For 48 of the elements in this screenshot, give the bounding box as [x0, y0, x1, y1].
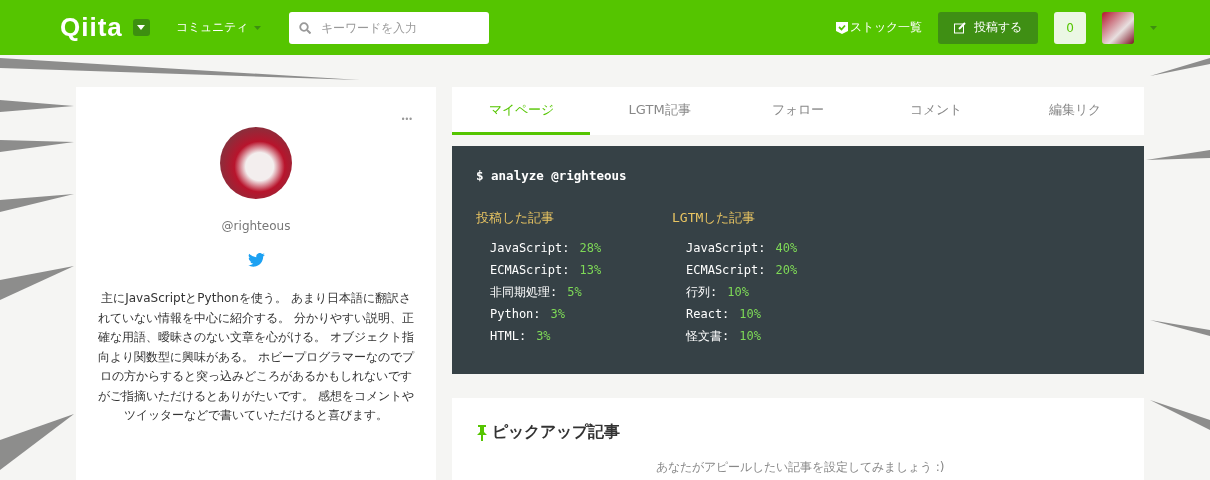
username: @righteous — [221, 219, 291, 233]
user-avatar[interactable] — [1102, 11, 1134, 44]
percentage: 3% — [536, 329, 551, 343]
language-name: ECMAScript: — [490, 263, 570, 277]
profile-bio: 主にJavaScriptとPythonを使う。 あまり日本語に翻訳されていない情報を中心に紹介する。 分かりやすい説明、正確な用語、曖昧さのない文章を心がける。 オブジェクト指向より関数型に興味がある。 ホビープログラマーなのでプロの方からすると突っ込みどころがあるかもしれないですがご指摘いただけるとありがたいです。 感想をコメントやツイッターなどで書いていただけると喜びます。 — [97, 290, 415, 424]
percentage: 5% — [567, 285, 582, 299]
language-name: Python: — [490, 307, 541, 321]
section-title: ピックアップ記事 — [492, 422, 620, 443]
percentage: 10% — [739, 307, 762, 321]
search-field[interactable]: キーワードを入力 — [288, 11, 489, 44]
percentage: 10% — [727, 285, 749, 299]
language-name: 非同期処理: — [490, 283, 558, 301]
check-icon — [836, 21, 848, 34]
empty-message: あなたがアピールしたい記事を設定してみましょう :) — [656, 459, 946, 476]
tab[interactable]: マイページ — [452, 87, 591, 135]
caret-icon — [253, 25, 261, 30]
language-name: ECMAScript: — [686, 263, 766, 277]
language-name: HTML: — [490, 329, 527, 343]
percentage: 20% — [775, 263, 798, 277]
bird-icon[interactable] — [247, 253, 265, 267]
tab[interactable]: LGTM記事 — [590, 87, 729, 135]
command-line: $ analyze @righteous — [476, 168, 628, 183]
language-name: JavaScript: — [686, 241, 766, 255]
percentage: 10% — [739, 329, 761, 343]
column-title: 投稿した記事 — [476, 209, 555, 227]
more-menu[interactable]: ••• — [400, 115, 412, 124]
percentage: 28% — [579, 241, 602, 255]
percentage: 40% — [775, 241, 798, 255]
language-name: 怪文書: — [686, 327, 730, 345]
language-name: React: — [686, 307, 730, 321]
dropdown-button[interactable] — [132, 19, 150, 36]
caret-icon — [137, 25, 146, 30]
tab[interactable]: フォロー — [728, 87, 868, 135]
post-button[interactable]: 投稿する — [938, 11, 1038, 44]
notification-count[interactable]: 0 — [1054, 11, 1086, 44]
percentage: 3% — [550, 307, 566, 321]
community-menu[interactable]: コミュニティ — [175, 19, 261, 36]
tab[interactable]: コメント — [867, 87, 1006, 135]
edit-icon — [954, 21, 966, 34]
pin-icon — [476, 424, 488, 441]
logo[interactable]: Qiita — [60, 12, 123, 43]
stock-link[interactable]: ストック一覧 — [836, 19, 922, 36]
column-title: LGTMした記事 — [672, 209, 757, 227]
percentage: 13% — [579, 263, 602, 277]
language-name: JavaScript: — [490, 241, 570, 255]
tab[interactable]: 編集リク — [1005, 87, 1145, 135]
search-icon — [298, 21, 311, 34]
language-name: 行列: — [686, 283, 718, 301]
